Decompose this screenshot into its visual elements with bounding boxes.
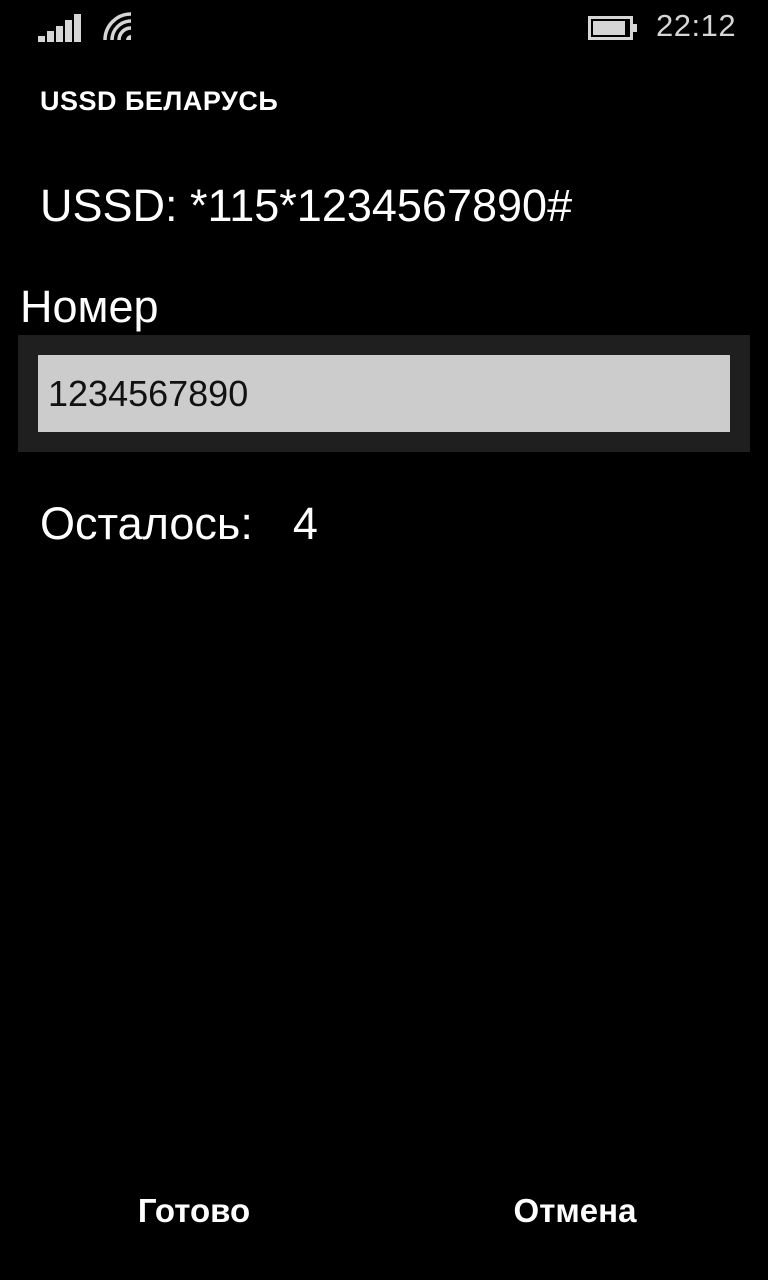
done-button[interactable]: Готово [136,1186,252,1236]
status-time: 22:12 [656,8,737,43]
remaining-value: 4 [292,498,318,549]
cancel-button[interactable]: Отмена [509,1186,641,1236]
remaining-label: Осталось: [40,498,253,549]
wifi-icon [103,12,132,41]
ussd-code: USSD: *115*1234567890# [40,180,573,231]
number-input[interactable] [38,355,730,432]
remaining-row: Осталось: 4 [40,498,318,550]
number-label: Номер [20,281,159,332]
signal-icon [38,14,81,42]
battery-icon [588,16,637,40]
app-title: USSD БЕЛАРУСЬ [40,86,279,116]
status-bar: 22:12 [0,0,768,56]
